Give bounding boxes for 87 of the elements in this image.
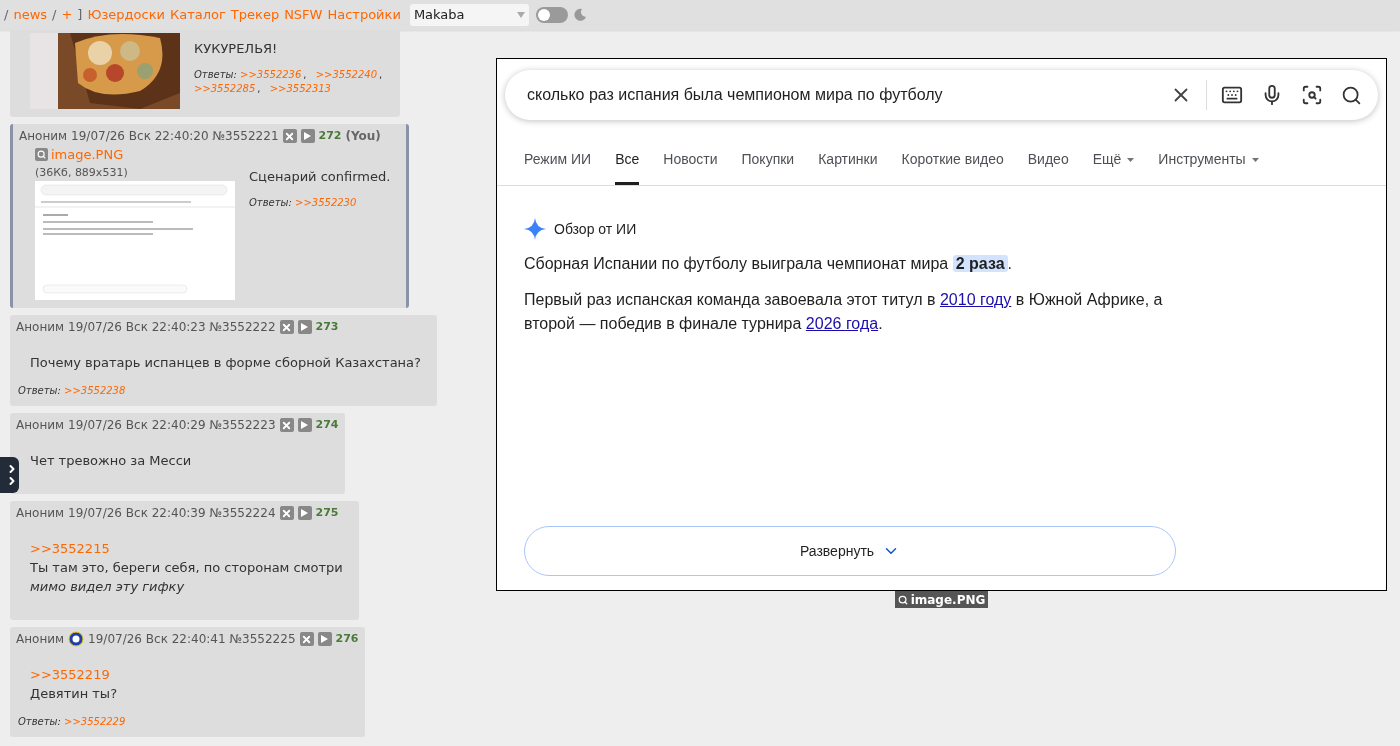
search-tab[interactable]: Короткие видео (901, 140, 1004, 185)
caption-text: image.PNG (910, 591, 986, 609)
overview-title: Обзор от ИИ (554, 219, 637, 239)
nav-separator: ] (77, 6, 83, 25)
post-text: Чет тревожно за Месси (30, 452, 193, 470)
search-tab[interactable]: Покупки (741, 140, 795, 185)
search-query: сколько раз испания была чемпионом мира по футболу (527, 85, 944, 105)
play-button[interactable] (300, 129, 315, 143)
expand-button[interactable]: Развернуть (524, 526, 1176, 576)
dark-mode-toggle[interactable] (535, 7, 568, 23)
play-icon (301, 509, 309, 517)
moon-icon (572, 8, 587, 22)
camera-icon[interactable] (1301, 84, 1323, 106)
post-date: 19/07/26 Вск 22:40:41 (88, 631, 226, 648)
hide-button[interactable] (279, 320, 294, 334)
hide-button[interactable] (299, 632, 314, 646)
post-text: КУКУРЕЛЬЯ! (194, 40, 279, 58)
post-number[interactable]: №3552224 (209, 504, 276, 522)
poster-name: Аноним (19, 128, 68, 145)
search-tab[interactable]: Картинки (818, 140, 878, 185)
separator-comma: , (256, 82, 262, 96)
caret-icon (1251, 157, 1259, 162)
answer-link[interactable]: 2026 года (805, 315, 879, 332)
post-number[interactable]: №3552222 (209, 318, 276, 336)
post-text: Сценарий confirmed. (249, 168, 392, 186)
post-text: мимо видел эту гифку (30, 578, 186, 596)
post-number[interactable]: №3552221 (212, 127, 279, 145)
replies-label: Ответы: (249, 197, 293, 208)
play-button[interactable] (297, 320, 312, 334)
nav-arrows-widget[interactable] (0, 457, 19, 493)
separator-comma: , (378, 68, 384, 82)
thumbnail-drawing[interactable] (35, 181, 235, 300)
play-button[interactable] (317, 632, 332, 646)
separator-comma: , (302, 68, 308, 82)
hide-button[interactable] (282, 129, 297, 143)
post-count: 275 (315, 504, 339, 521)
replies-label: Ответы: (18, 716, 62, 727)
hide-button[interactable] (279, 418, 294, 432)
post-text: Девятин ты? (30, 685, 119, 703)
play-icon (304, 132, 312, 140)
post-number[interactable]: №3552225 (229, 630, 296, 648)
play-button[interactable] (297, 418, 312, 432)
answer-link[interactable]: 2010 году (939, 291, 1012, 308)
you-label: (You) (345, 128, 381, 145)
play-icon (321, 635, 329, 643)
style-select[interactable]: Makaba (409, 4, 529, 26)
search-tab[interactable]: Ещё (1092, 140, 1135, 185)
nav-separator: / (52, 6, 57, 25)
caret-icon (1127, 157, 1135, 162)
poster-name: Аноним (16, 417, 65, 434)
search-tab[interactable]: Видео (1027, 140, 1069, 185)
post-text: Ты там это, береги себя, по сторонам смотри (30, 559, 344, 577)
search-field[interactable]: сколько раз испания была чемпионом мира по футболу (505, 70, 1378, 120)
play-icon (301, 323, 309, 331)
play-icon (301, 421, 309, 429)
post-date: 19/07/26 Вск 22:40:20 (71, 128, 209, 145)
poster-name: Аноним (16, 505, 65, 522)
caret-icon (516, 12, 525, 18)
search-icon[interactable] (1341, 84, 1362, 106)
post-count: 272 (318, 127, 342, 144)
replies-label: Ответы: (18, 385, 62, 396)
replies-label: Ответы: (194, 69, 238, 80)
post-date: 19/07/26 Вск 22:40:29 (68, 417, 206, 434)
post-count: 273 (315, 318, 339, 335)
sparkle-icon (524, 218, 546, 240)
zoom-icon (897, 594, 908, 605)
file-info: (36Кб, 889x531) (35, 164, 129, 181)
post-date: 19/07/26 Вск 22:40:39 (68, 505, 206, 522)
zoom-button[interactable] (35, 148, 48, 162)
post-number[interactable]: №3552223 (209, 416, 276, 434)
post-date: 19/07/26 Вск 22:40:23 (68, 319, 206, 336)
poster-name: Аноним (16, 631, 65, 648)
post-count: 274 (315, 416, 339, 433)
search-tab[interactable]: Все (615, 140, 640, 185)
search-tab[interactable]: Инструменты (1158, 140, 1259, 185)
search-tab[interactable]: Режим ИИ (524, 140, 592, 185)
hide-button[interactable] (279, 506, 294, 520)
search-tab[interactable]: Новости (663, 140, 718, 185)
nav-separator: / (4, 6, 9, 25)
play-button[interactable] (297, 506, 312, 520)
keyboard-icon[interactable] (1221, 84, 1243, 106)
football-club-icon (68, 631, 85, 647)
answer-text: Первый раз испанская команда завоевала этот титул в 2010 году в Южной Африке, а второй — победив в финале турнира 2026 года. (524, 290, 1164, 334)
answer-text: Сборная Испании по футболу выиграла чемпионат мира 2 раза . (524, 254, 1014, 274)
post-count: 276 (335, 630, 359, 647)
poster-name: Аноним (16, 319, 65, 336)
post-text: Почему вратарь испанцев в форме сборной Казахстана? (30, 354, 422, 372)
